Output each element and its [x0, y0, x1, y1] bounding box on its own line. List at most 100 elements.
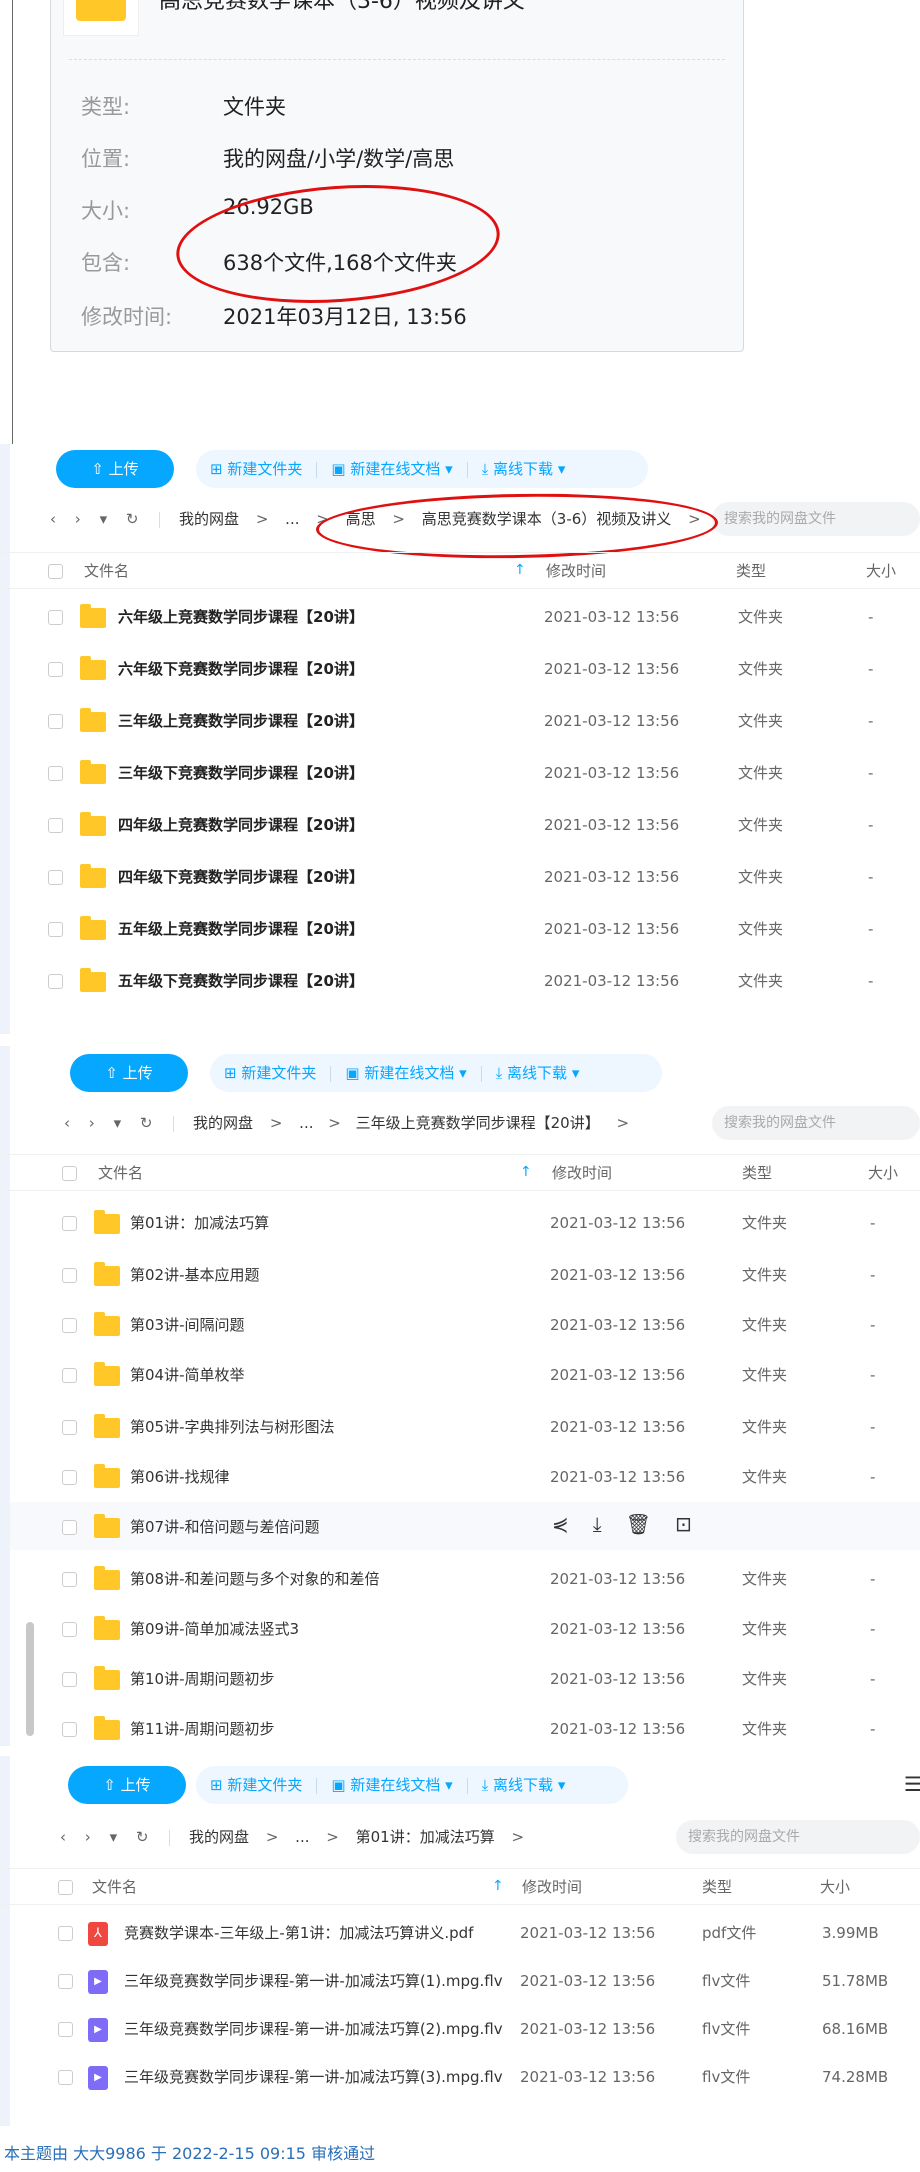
row-checkbox[interactable] [62, 1318, 77, 1333]
crumb-root[interactable]: 我的网盘 [179, 504, 239, 534]
file-name[interactable]: 第11讲-周期问题初步 [130, 1716, 275, 1742]
row-checkbox[interactable] [48, 662, 63, 677]
scrollbar-thumb[interactable] [26, 1622, 34, 1736]
select-all-checkbox[interactable] [62, 1166, 77, 1181]
more-icon[interactable]: ⊡ [675, 1512, 692, 1536]
row-checkbox[interactable] [62, 1672, 77, 1687]
row-checkbox[interactable] [48, 714, 63, 729]
file-name[interactable]: 三年级竞赛数学同步课程-第一讲-加减法巧算(3).mpg.flv [124, 2064, 503, 2090]
refresh-icon[interactable]: ↻ [126, 504, 139, 534]
file-name[interactable]: 五年级下竞赛数学同步课程【20讲】 [118, 968, 364, 994]
row-checkbox[interactable] [48, 922, 63, 937]
forward-icon[interactable]: › [75, 504, 81, 534]
row-checkbox[interactable] [58, 2070, 73, 2085]
select-all-checkbox[interactable] [48, 564, 63, 579]
delete-icon[interactable]: 🗑 [626, 1512, 651, 1536]
row-checkbox[interactable] [58, 1926, 73, 1941]
file-name[interactable]: 第02讲-基本应用题 [130, 1262, 260, 1288]
file-name[interactable]: 五年级上竞赛数学同步课程【20讲】 [118, 916, 364, 942]
back-icon[interactable]: ‹ [64, 1108, 70, 1138]
refresh-icon[interactable]: ↻ [136, 1822, 149, 1852]
file-name[interactable]: 第04讲-简单枚举 [130, 1362, 245, 1388]
row-checkbox[interactable] [62, 1722, 77, 1737]
row-checkbox[interactable] [58, 1974, 73, 1989]
back-icon[interactable]: ‹ [60, 1822, 66, 1852]
row-checkbox[interactable] [48, 766, 63, 781]
list-view-icon[interactable]: ☰ [904, 1772, 920, 1796]
upload-button[interactable]: ⇧ 上传 [68, 1766, 186, 1804]
history-dropdown-icon[interactable]: ▾ [100, 504, 108, 534]
share-icon[interactable]: ⋞ [552, 1512, 569, 1536]
row-checkbox[interactable] [58, 2022, 73, 2037]
file-name[interactable]: 第06讲-找规律 [130, 1464, 230, 1490]
file-name[interactable]: 三年级竞赛数学同步课程-第一讲-加减法巧算(2).mpg.flv [124, 2016, 503, 2042]
sort-arrow-icon[interactable]: ↑ [492, 1878, 504, 1894]
file-name[interactable]: 三年级上竞赛数学同步课程【20讲】 [118, 708, 364, 734]
row-checkbox[interactable] [62, 1268, 77, 1283]
search-input[interactable]: 搜索我的网盘文件 [676, 1820, 920, 1854]
column-name[interactable]: 文件名 [84, 556, 129, 586]
file-name[interactable]: 第03讲-间隔问题 [130, 1312, 245, 1338]
table-row-hovered[interactable]: 第07讲-和倍问题与差倍问题 ⋞ ⤓ 🗑 ⊡ [10, 1502, 920, 1550]
crumb-ellipsis[interactable]: ... [299, 1108, 313, 1138]
new-folder-button[interactable]: ⊞ 新建文件夹 [210, 450, 302, 488]
column-name[interactable]: 文件名 [98, 1158, 143, 1188]
upload-button[interactable]: ⇧ 上传 [70, 1054, 188, 1092]
column-type[interactable]: 类型 [742, 1158, 772, 1188]
crumb-ellipsis[interactable]: ... [295, 1822, 309, 1852]
new-doc-button[interactable]: ▣ 新建在线文档 ▾ [331, 450, 452, 488]
column-size[interactable]: 大小 [868, 1158, 898, 1188]
row-checkbox[interactable] [62, 1520, 77, 1535]
search-input[interactable]: 搜索我的网盘文件 [712, 1106, 920, 1140]
file-name[interactable]: 四年级上竞赛数学同步课程【20讲】 [118, 812, 364, 838]
file-name[interactable]: 第09讲-简单加减法竖式3 [130, 1616, 299, 1642]
history-dropdown-icon[interactable]: ▾ [114, 1108, 122, 1138]
sort-arrow-icon[interactable]: ↑ [520, 1164, 532, 1180]
row-checkbox[interactable] [62, 1572, 77, 1587]
crumb-root[interactable]: 我的网盘 [193, 1108, 253, 1138]
search-input[interactable]: 搜索我的网盘文件 [712, 502, 920, 536]
row-checkbox[interactable] [62, 1470, 77, 1485]
file-name[interactable]: 第01讲：加减法巧算 [130, 1210, 269, 1236]
history-dropdown-icon[interactable]: ▾ [110, 1822, 118, 1852]
crumb-ellipsis[interactable]: ... [285, 504, 299, 534]
file-name[interactable]: 第10讲-周期问题初步 [130, 1666, 275, 1692]
file-name[interactable]: 三年级下竞赛数学同步课程【20讲】 [118, 760, 364, 786]
column-modified[interactable]: 修改时间 [522, 1872, 582, 1902]
new-folder-button[interactable]: ⊞ 新建文件夹 [224, 1054, 316, 1092]
row-checkbox[interactable] [62, 1216, 77, 1231]
column-modified[interactable]: 修改时间 [552, 1158, 612, 1188]
file-name[interactable]: 四年级下竞赛数学同步课程【20讲】 [118, 864, 364, 890]
column-size[interactable]: 大小 [820, 1872, 850, 1902]
file-name[interactable]: 六年级上竞赛数学同步课程【20讲】 [118, 604, 364, 630]
column-name[interactable]: 文件名 [92, 1872, 137, 1902]
download-icon[interactable]: ⤓ [593, 1512, 602, 1536]
offline-download-button[interactable]: ⤓ 离线下载 ▾ [496, 1054, 580, 1092]
back-icon[interactable]: ‹ [50, 504, 56, 534]
crumb-root[interactable]: 我的网盘 [189, 1822, 249, 1852]
offline-download-button[interactable]: ⤓ 离线下载 ▾ [482, 450, 566, 488]
column-type[interactable]: 类型 [736, 556, 766, 586]
row-checkbox[interactable] [48, 610, 63, 625]
column-type[interactable]: 类型 [702, 1872, 732, 1902]
column-size[interactable]: 大小 [866, 556, 896, 586]
refresh-icon[interactable]: ↻ [140, 1108, 153, 1138]
row-checkbox[interactable] [48, 870, 63, 885]
crumb-current[interactable]: 第01讲：加减法巧算 [356, 1822, 495, 1852]
forward-icon[interactable]: › [85, 1822, 91, 1852]
column-modified[interactable]: 修改时间 [546, 556, 606, 586]
row-checkbox[interactable] [62, 1368, 77, 1383]
new-doc-button[interactable]: ▣ 新建在线文档 ▾ [331, 1766, 452, 1804]
file-name[interactable]: 第08讲-和差问题与多个对象的和差倍 [130, 1566, 380, 1592]
offline-download-button[interactable]: ⤓ 离线下载 ▾ [482, 1766, 566, 1804]
file-name[interactable]: 第05讲-字典排列法与树形图法 [130, 1414, 335, 1440]
new-folder-button[interactable]: ⊞ 新建文件夹 [210, 1766, 302, 1804]
upload-button[interactable]: ⇧ 上传 [56, 450, 174, 488]
crumb-current[interactable]: 三年级上竞赛数学同步课程【20讲】 [356, 1108, 600, 1138]
row-checkbox[interactable] [62, 1420, 77, 1435]
row-checkbox[interactable] [62, 1622, 77, 1637]
forward-icon[interactable]: › [89, 1108, 95, 1138]
new-doc-button[interactable]: ▣ 新建在线文档 ▾ [345, 1054, 466, 1092]
row-checkbox[interactable] [48, 818, 63, 833]
select-all-checkbox[interactable] [58, 1880, 73, 1895]
